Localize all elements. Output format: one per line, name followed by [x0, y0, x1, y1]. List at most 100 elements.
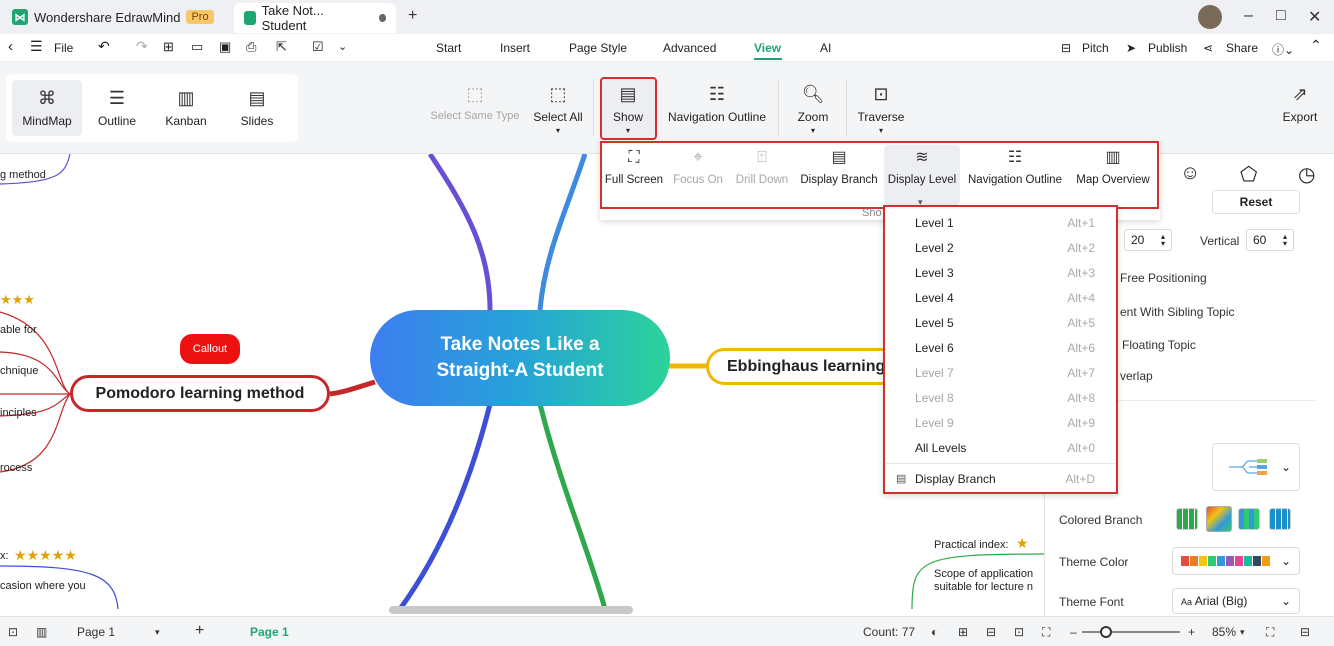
view-mindmap-button[interactable]: ⌘ MindMap [12, 80, 82, 136]
help-icon[interactable]: ⓘ⌄ [1272, 41, 1294, 58]
branch-color-option-selected[interactable] [1206, 506, 1232, 532]
layout-structure-dropdown[interactable]: ⌄ [1212, 443, 1300, 491]
tab-start[interactable]: Start [436, 41, 461, 55]
sidebar-toggle-icon[interactable]: ⊡ [8, 625, 18, 639]
menu-item-display-branch[interactable]: Display Branch Alt+D [915, 472, 1095, 486]
page-select[interactable]: Page 1 [77, 625, 115, 639]
menu-item-level-8[interactable]: Level 8 Alt+8 [915, 391, 1095, 405]
menu-item-level-2[interactable]: Level 2 Alt+2 [915, 241, 1095, 255]
select-all-button[interactable]: ⬚ Select All ▾ [532, 84, 584, 135]
navigation-outline-panel-button[interactable]: ☷ Navigation Outline [964, 149, 1066, 186]
collapse-ribbon-icon[interactable]: ⌃ [1310, 37, 1322, 54]
menu-item-level-7[interactable]: Level 7 Alt+7 [915, 366, 1095, 380]
book-view-icon[interactable]: ⊞ [958, 625, 968, 639]
fit-page-icon[interactable]: ⊡ [1014, 625, 1024, 639]
page-panel-icon[interactable]: ▥ [36, 625, 47, 639]
free-positioning-option[interactable]: Free Positioning [1120, 271, 1207, 285]
redo-icon[interactable]: ↷ [136, 38, 148, 55]
traverse-button[interactable]: ⊡ Traverse ▾ [856, 84, 906, 135]
view-slides-button[interactable]: ▤ Slides [226, 88, 288, 128]
file-menu[interactable]: File [54, 41, 73, 55]
branch-color-option[interactable] [1238, 508, 1260, 530]
close-window-button[interactable]: ✕ [1308, 7, 1321, 27]
avatar[interactable] [1198, 5, 1222, 29]
undo-icon[interactable]: ↶ [98, 38, 110, 55]
view-kanban-button[interactable]: ▥ Kanban [154, 88, 218, 128]
collapse-panel-icon[interactable]: ⊟ [1300, 625, 1310, 639]
back-icon[interactable]: ‹ [8, 38, 13, 55]
reset-button[interactable]: Reset [1212, 190, 1300, 214]
maximize-button[interactable]: □ [1276, 7, 1286, 25]
overlap-option[interactable]: verlap [1120, 369, 1153, 383]
full-screen-button[interactable]: ⛶ Full Screen [604, 149, 664, 186]
chevron-down-icon[interactable]: ▾ [1240, 627, 1245, 638]
select-same-type-button[interactable]: ⬚ Select Same Type [428, 84, 522, 122]
new-file-icon[interactable]: ⊞ [163, 39, 174, 55]
chevron-down-icon[interactable]: ▾ [155, 627, 160, 638]
floating-topic-option[interactable]: Floating Topic [1122, 338, 1196, 352]
export-icon[interactable]: ⇱ [276, 39, 287, 55]
menu-item-level-5[interactable]: Level 5 Alt+5 [915, 316, 1095, 330]
zoom-slider-track[interactable] [1082, 631, 1180, 633]
zoom-button[interactable]: 🔍︎ Zoom ▾ [790, 84, 836, 135]
hamburger-menu-icon[interactable]: ☰ [30, 38, 43, 55]
add-tab-button[interactable]: + [408, 7, 417, 25]
zoom-in-icon[interactable]: + [1188, 625, 1195, 639]
display-level-button[interactable]: ≋ Display Level [886, 149, 958, 186]
presentation-icon[interactable]: ⊟ [986, 625, 996, 639]
tab-insert[interactable]: Insert [500, 41, 530, 55]
fit-screen-icon[interactable]: ⛶ [1266, 625, 1274, 640]
document-tab[interactable]: Take Not... Student [234, 3, 396, 33]
history-icon[interactable]: ◷ [1298, 162, 1315, 187]
emoji-icon[interactable]: ☺ [1180, 162, 1200, 185]
horizontal-scrollbar[interactable] [389, 606, 633, 614]
fullscreen-icon[interactable]: ⛶ [1042, 625, 1050, 640]
theme-toggle-icon[interactable]: ◐ [931, 625, 938, 639]
open-folder-icon[interactable]: ▭ [191, 39, 203, 55]
menu-item-level-4[interactable]: Level 4 Alt+4 [915, 291, 1095, 305]
map-overview-button[interactable]: ▥ Map Overview [1074, 149, 1152, 186]
theme-color-dropdown[interactable]: ⌄ [1172, 547, 1300, 575]
display-branch-button[interactable]: ▤ Display Branch [800, 149, 878, 186]
page-tab-active[interactable]: Page 1 [250, 625, 289, 639]
tab-ai[interactable]: AI [820, 41, 831, 55]
share-button[interactable]: Share [1226, 41, 1258, 55]
export-button[interactable]: ⇗ Export [1278, 84, 1322, 124]
vertical-spacing-input[interactable]: 60 ▴ ▾ [1246, 229, 1294, 251]
menu-item-level-6[interactable]: Level 6 Alt+6 [915, 341, 1095, 355]
branch-color-option[interactable] [1176, 508, 1198, 530]
branch-color-option[interactable] [1269, 508, 1291, 530]
horizontal-spacing-input[interactable]: 20 ▴ ▾ [1124, 229, 1172, 251]
navigation-outline-button[interactable]: ☷ Navigation Outline [664, 84, 770, 124]
menu-item-level-3[interactable]: Level 3 Alt+3 [915, 266, 1095, 280]
more-chevron-icon[interactable]: ⌄ [338, 40, 347, 53]
view-outline-button[interactable]: ☰ Outline [86, 88, 148, 128]
align-sibling-option[interactable]: ent With Sibling Topic [1120, 305, 1235, 319]
topic-pomodoro[interactable]: Pomodoro learning method [70, 375, 330, 412]
topic-ebbinghaus[interactable]: Ebbinghaus learning [706, 348, 906, 385]
central-topic[interactable]: Take Notes Like a Straight-A Student [370, 310, 670, 406]
checklist-icon[interactable]: ☑ [312, 39, 324, 55]
theme-font-dropdown[interactable]: Aa Arial (Big) ⌄ [1172, 588, 1300, 614]
add-page-icon[interactable]: + [195, 622, 204, 640]
drill-down-button[interactable]: ⍐ Drill Down [732, 149, 792, 186]
pitch-button[interactable]: Pitch [1082, 41, 1109, 55]
menu-item-level-1[interactable]: Level 1 Alt+1 [915, 216, 1095, 230]
tab-view[interactable]: View [754, 41, 781, 55]
menu-item-level-9[interactable]: Level 9 Alt+9 [915, 416, 1095, 430]
focus-on-button[interactable]: ⌖ Focus On [670, 149, 726, 186]
zoom-level[interactable]: 85% [1212, 625, 1236, 639]
show-button[interactable]: ▤ Show ▾ [602, 84, 654, 135]
menu-item-all-levels[interactable]: All Levels Alt+0 [915, 441, 1095, 455]
publish-button[interactable]: Publish [1148, 41, 1187, 55]
theme-icon[interactable]: ⬠ [1240, 162, 1257, 187]
tab-page-style[interactable]: Page Style [569, 41, 627, 55]
minimize-button[interactable]: – [1244, 7, 1253, 25]
focus-on-icon: ⌖ [693, 149, 703, 166]
print-icon[interactable]: ⎙ [246, 39, 256, 55]
save-icon[interactable]: ▣ [219, 39, 231, 55]
zoom-out-icon[interactable]: – [1070, 625, 1077, 639]
callout-bubble[interactable]: Callout [180, 334, 240, 364]
tab-advanced[interactable]: Advanced [663, 41, 716, 55]
zoom-slider-thumb[interactable] [1100, 626, 1112, 638]
